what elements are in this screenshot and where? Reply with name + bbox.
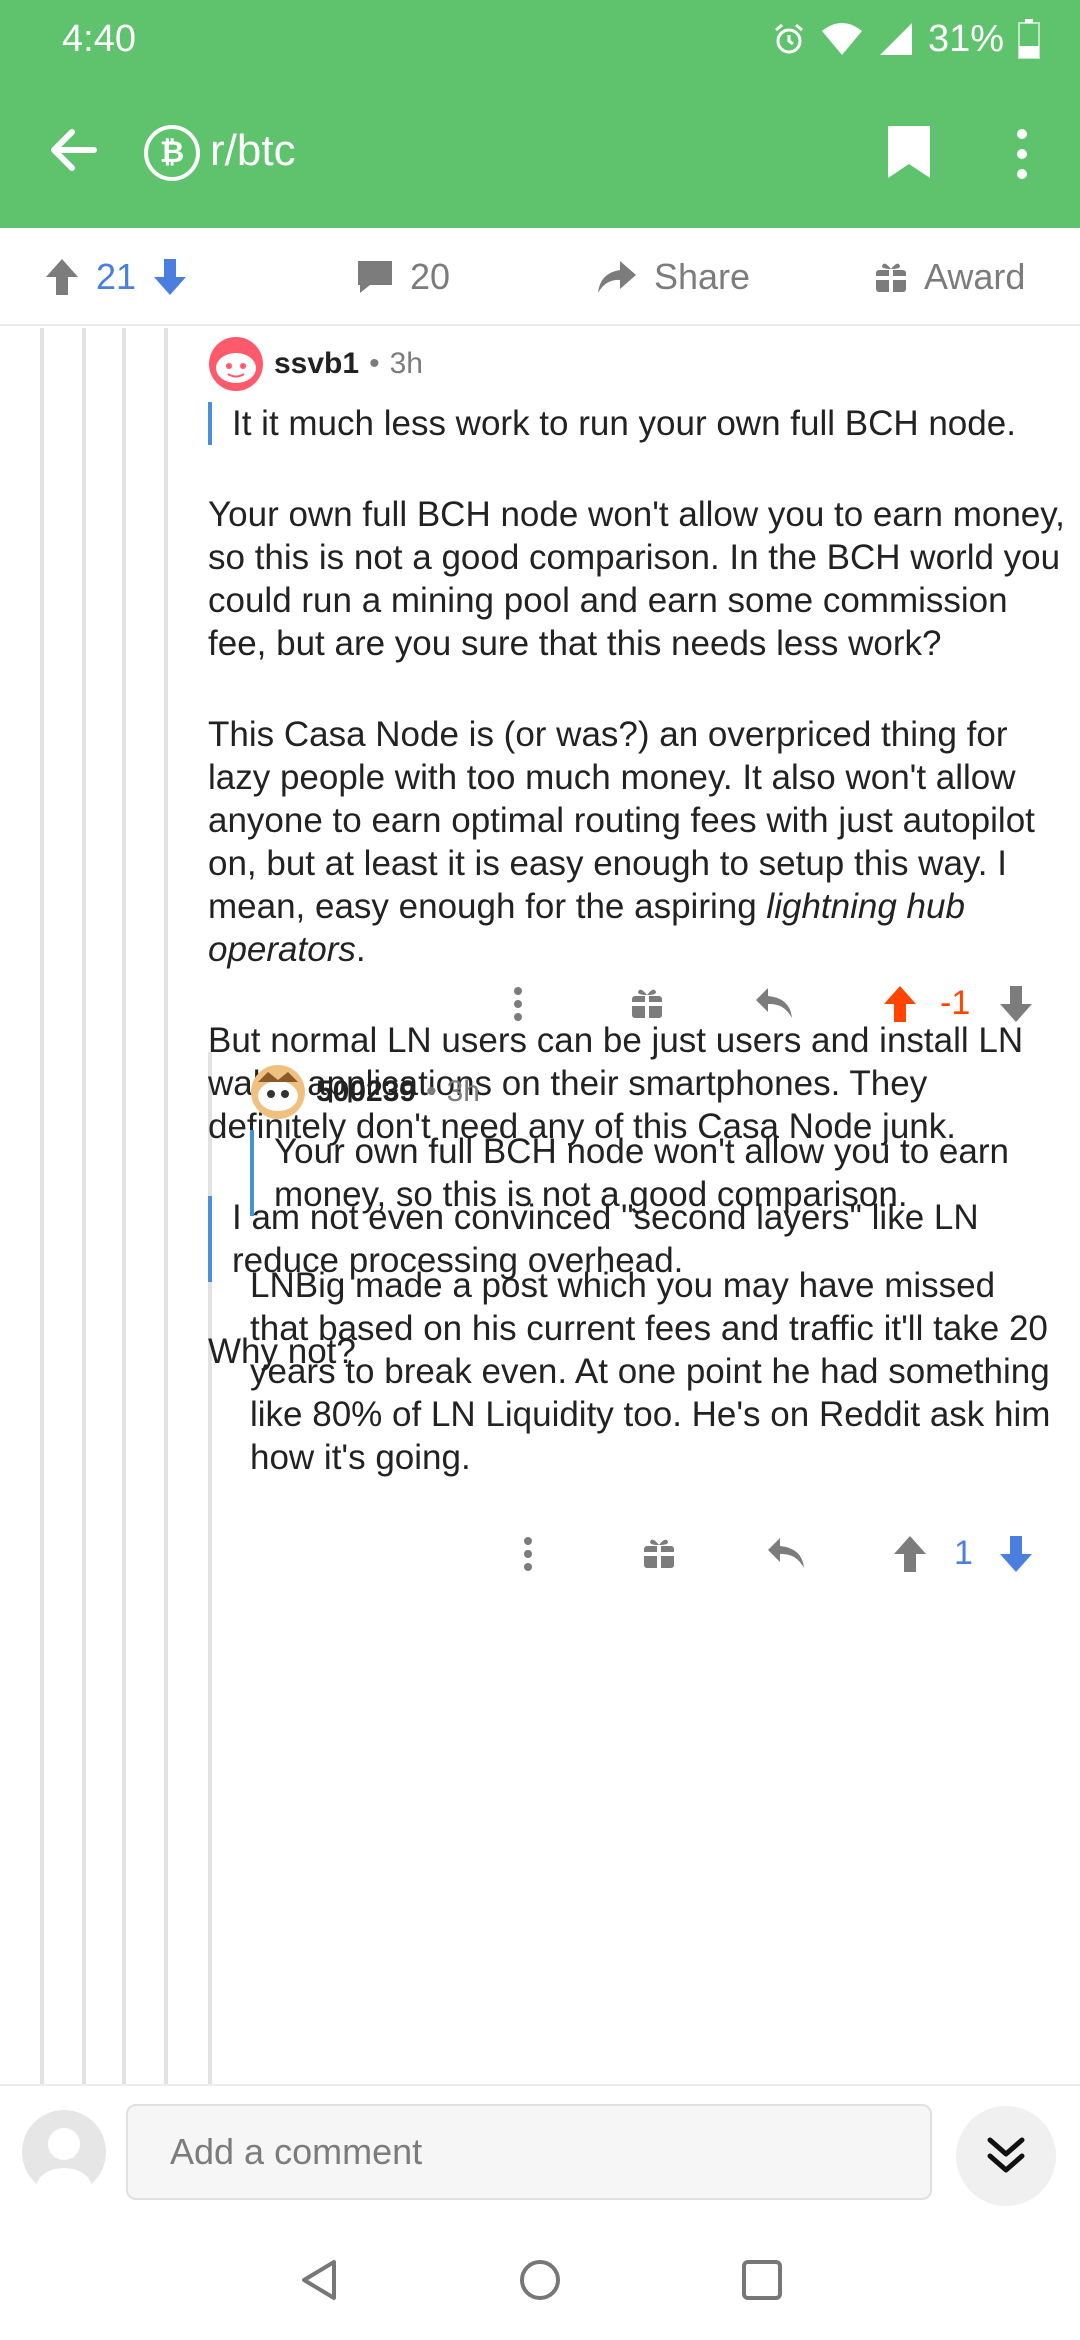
next-comment-button[interactable]: [956, 2106, 1056, 2206]
thread-rail[interactable]: [122, 328, 126, 2084]
nav-recents-icon[interactable]: [740, 2258, 784, 2302]
bookmark-icon[interactable]: [886, 124, 932, 180]
comment-actions: -1: [500, 974, 1040, 1034]
comment-score: 1: [954, 1534, 973, 1572]
comment-score: -1: [940, 984, 971, 1022]
share-label: Share: [654, 256, 751, 297]
overflow-menu-icon[interactable]: [1004, 124, 1040, 184]
status-bar: 4:40 31%: [0, 0, 1080, 80]
system-nav-bar: [0, 2220, 1080, 2340]
reply-icon[interactable]: [754, 986, 794, 1020]
quote-block: Your own full BCH node won't allow you t…: [250, 1130, 1058, 1216]
battery-icon: [1018, 19, 1040, 59]
post-action-bar: 21 20 Share Award: [0, 228, 1080, 326]
gift-icon[interactable]: [642, 1536, 676, 1570]
comment-age: 3h: [389, 347, 423, 380]
nav-back-icon[interactable]: [298, 2258, 342, 2302]
status-icons: 31%: [772, 14, 1040, 64]
comments-button[interactable]: 20: [356, 228, 450, 326]
downvote-arrow-icon[interactable]: [998, 984, 1034, 1024]
comment-text: .: [355, 930, 366, 969]
nav-home-icon[interactable]: [518, 2258, 562, 2302]
add-comment-input[interactable]: Add a comment: [126, 2104, 932, 2200]
comment-separator: •: [369, 347, 380, 380]
back-arrow-icon[interactable]: [44, 120, 104, 180]
comment-author[interactable]: ssvb1: [274, 347, 359, 381]
comment-paragraph: This Casa Node is (or was?) an overprice…: [208, 713, 1068, 971]
award-button[interactable]: Award: [874, 228, 1025, 326]
subreddit-icon[interactable]: ₿: [144, 125, 200, 181]
comment-thread[interactable]: ssvb1 • 3h It it much less work to run y…: [0, 328, 1080, 2084]
thread-rail[interactable]: [82, 328, 86, 2084]
wifi-icon: [821, 23, 862, 55]
gift-icon[interactable]: [630, 986, 664, 1020]
comment: 500239 • 3h Your own full BCH node won't…: [250, 1064, 1058, 1479]
comment-separator: •: [426, 1075, 437, 1108]
thread-rail[interactable]: [164, 328, 168, 2084]
signal-icon: [879, 23, 912, 55]
upvote-arrow-icon[interactable]: [882, 984, 918, 1024]
thread-rail[interactable]: [40, 328, 44, 2084]
more-options-icon[interactable]: [512, 986, 524, 1022]
upvote-arrow-icon[interactable]: [892, 1534, 928, 1574]
downvote-arrow-icon[interactable]: [152, 257, 188, 297]
comment-paragraph: LNBig made a post which you may have mis…: [250, 1266, 1051, 1477]
comment-header: 500239 • 3h: [250, 1064, 1058, 1120]
double-chevron-down-icon: [987, 2137, 1025, 2173]
comment-paragraph: Your own full BCH node won't allow you t…: [208, 495, 1065, 663]
share-arrow-icon: [598, 261, 636, 293]
comment-bubble-icon: [358, 261, 392, 293]
reply-icon[interactable]: [766, 1536, 806, 1570]
comment-composer: Add a comment: [0, 2084, 1080, 2220]
more-options-icon[interactable]: [522, 1536, 534, 1572]
user-avatar[interactable]: [208, 336, 264, 392]
quote-block: It it much less work to run your own ful…: [208, 402, 1068, 445]
share-button[interactable]: Share: [596, 228, 750, 326]
post-vote-group: 21: [44, 228, 188, 326]
upvote-arrow-icon[interactable]: [44, 257, 80, 297]
gift-icon: [876, 263, 906, 292]
comments-count: 20: [410, 256, 451, 297]
user-avatar[interactable]: [22, 2110, 106, 2194]
app-header: 4:40 31% ₿ r/btc: [0, 0, 1080, 228]
status-time: 4:40: [62, 18, 136, 60]
award-label: Award: [924, 256, 1026, 297]
comment-author[interactable]: 500239: [316, 1075, 416, 1109]
battery-percent: 31%: [927, 17, 1004, 60]
post-score: 21: [96, 256, 137, 297]
comment-age: 3h: [446, 1075, 480, 1108]
app-bar: ₿ r/btc: [0, 100, 1080, 210]
alarm-icon: [774, 23, 803, 54]
user-avatar[interactable]: [250, 1064, 306, 1120]
comment-actions: 1: [510, 1524, 1050, 1584]
comment-header: ssvb1 • 3h: [208, 336, 1068, 392]
downvote-arrow-icon[interactable]: [998, 1534, 1034, 1574]
subreddit-name[interactable]: r/btc: [210, 126, 296, 176]
